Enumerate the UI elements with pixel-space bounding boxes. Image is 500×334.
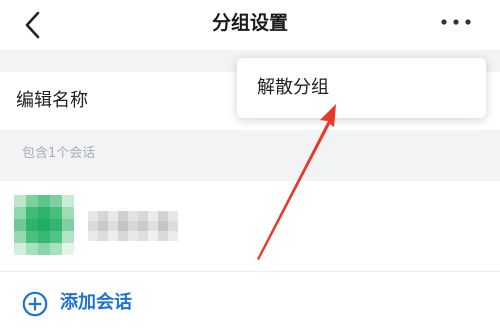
page-title: 分组设置 [211, 12, 288, 34]
edit-name-label: 编辑名称 [16, 90, 88, 111]
avatar [14, 195, 74, 255]
more-button[interactable] [438, 12, 474, 32]
group-settings-screen: 分组设置 编辑名称 包含1个会话 添加会话 解散分组 [0, 0, 500, 334]
add-session-button[interactable]: 添加会话 [0, 272, 500, 334]
dissolve-group-menu-item[interactable]: 解散分组 [237, 58, 486, 118]
blurred-member-name [88, 211, 178, 241]
member-count-caption: 包含1个会话 [22, 146, 96, 161]
plus-circle-icon [22, 291, 48, 317]
add-session-label: 添加会话 [60, 292, 132, 313]
nav-bar: 分组设置 [0, 0, 500, 50]
dropdown-menu: 解散分组 [237, 58, 486, 118]
dissolve-group-label: 解散分组 [257, 77, 329, 98]
chevron-left-icon [25, 11, 40, 39]
list-item[interactable] [0, 181, 500, 272]
back-button[interactable] [16, 8, 50, 42]
more-horizontal-icon [441, 19, 471, 25]
